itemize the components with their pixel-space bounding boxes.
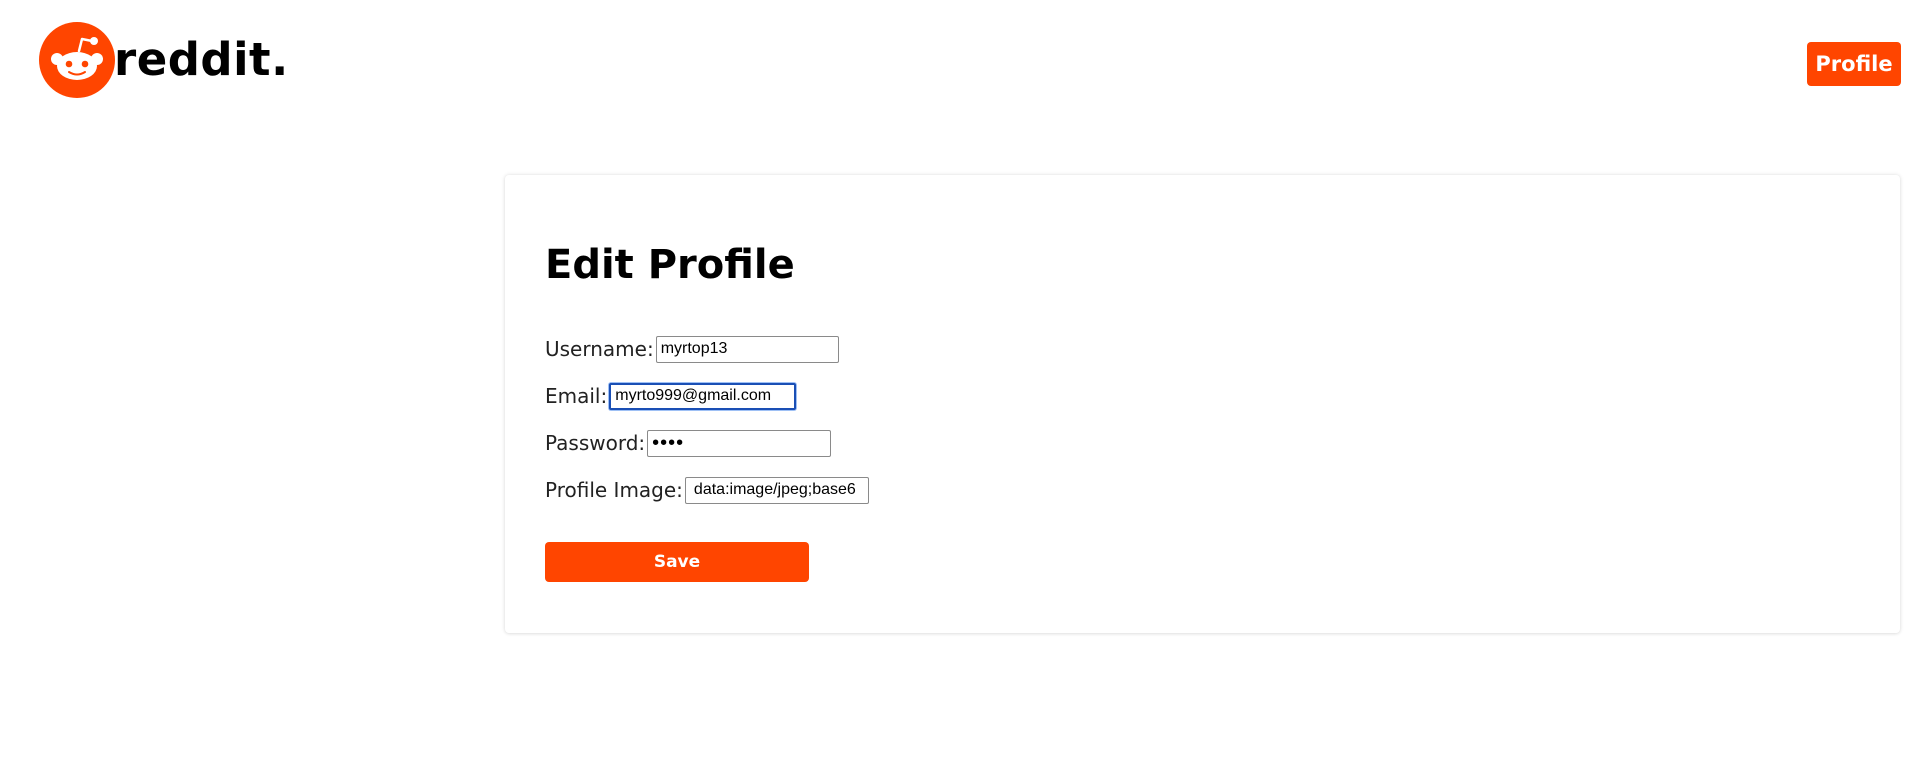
- email-label: Email:: [545, 384, 608, 408]
- password-row: Password:: [545, 429, 832, 457]
- reddit-snoo-icon: [39, 22, 115, 98]
- profile-image-input[interactable]: [684, 476, 869, 504]
- page-title: Edit Profile: [545, 242, 795, 288]
- brand-logo[interactable]: reddit.: [39, 22, 289, 98]
- save-button[interactable]: Save: [545, 542, 809, 582]
- username-label: Username:: [545, 337, 654, 361]
- username-row: Username:: [545, 335, 839, 363]
- page: reddit. Profile Edit Profile Username: E…: [0, 0, 1919, 765]
- profile-button[interactable]: Profile: [1807, 42, 1901, 86]
- email-row: Email:: [545, 382, 797, 410]
- profile-image-label: Profile Image:: [545, 478, 683, 502]
- username-input[interactable]: [655, 335, 839, 363]
- email-input[interactable]: [609, 382, 797, 410]
- brand-name: reddit.: [114, 33, 289, 86]
- password-input[interactable]: [647, 429, 832, 457]
- password-label: Password:: [545, 431, 646, 455]
- edit-profile-card: Edit Profile Username: Email: Password: …: [505, 175, 1900, 633]
- profile-image-row: Profile Image:: [545, 476, 869, 504]
